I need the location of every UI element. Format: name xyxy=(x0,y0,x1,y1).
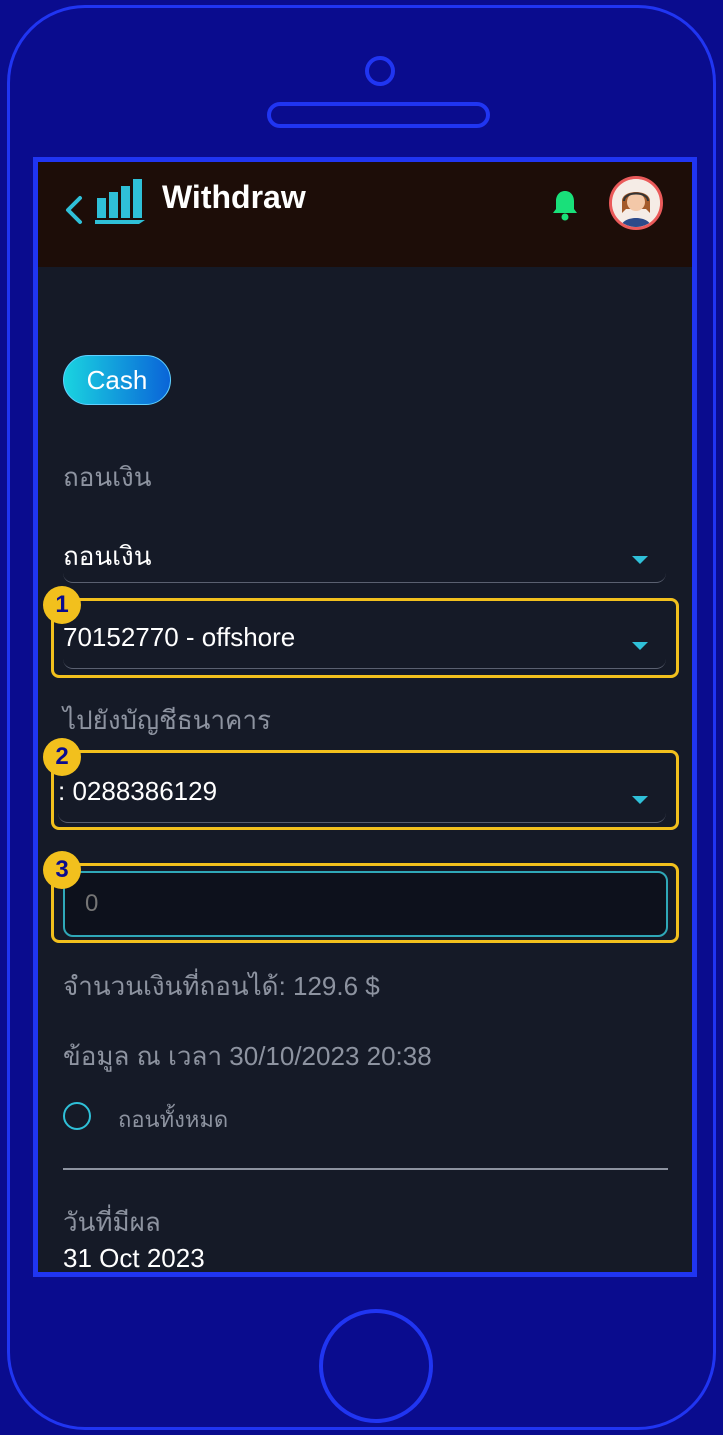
account-select[interactable]: 70152770 - offshore xyxy=(63,618,666,669)
caret-down-icon xyxy=(632,556,648,564)
withdraw-type-value: ถอนเงิน xyxy=(63,541,152,571)
data-timestamp-text: ข้อมูล ณ เวลา 30/10/2023 20:38 xyxy=(63,1041,432,1071)
app-screen: Withdraw Cash ถอนเงิน ถอนเงิน 70152770 -… xyxy=(33,157,697,1277)
withdraw-type-select[interactable]: ถอนเงิน xyxy=(63,532,666,583)
chevron-left-icon[interactable] xyxy=(60,192,90,228)
avatar[interactable] xyxy=(609,176,663,230)
callout-badge-2: 2 xyxy=(43,738,81,776)
effective-date-label: วันที่มีผล xyxy=(63,1207,161,1237)
withdraw-all-radio[interactable] xyxy=(63,1102,91,1130)
bar-chart-logo-icon xyxy=(95,179,145,224)
bell-icon[interactable] xyxy=(550,187,580,223)
callout-badge-1: 1 xyxy=(43,586,81,624)
withdraw-type-label: ถอนเงิน xyxy=(63,462,152,492)
support-agent-avatar-icon xyxy=(612,179,660,227)
page-title: Withdraw xyxy=(162,179,306,215)
withdraw-all-label[interactable]: ถอนทั้งหมด xyxy=(118,1102,228,1137)
divider xyxy=(63,1168,668,1170)
camera-icon xyxy=(365,56,395,86)
bank-account-select[interactable]: : 0288386129 xyxy=(58,772,666,823)
bank-account-value: : 0288386129 xyxy=(58,776,218,806)
callout-badge-3: 3 xyxy=(43,851,81,889)
effective-date-value: 31 Oct 2023 xyxy=(63,1243,205,1273)
account-value: 70152770 - offshore xyxy=(63,622,296,652)
bank-account-label: ไปยังบัญชีธนาคาร xyxy=(63,705,272,735)
caret-down-icon xyxy=(632,796,648,804)
home-button[interactable] xyxy=(319,1309,433,1423)
tab-cash[interactable]: Cash xyxy=(63,355,171,405)
speaker-grille xyxy=(267,102,490,128)
app-header: Withdraw xyxy=(38,162,692,267)
amount-input[interactable] xyxy=(63,871,668,937)
available-amount-text: จำนวนเงินที่ถอนได้: 129.6 $ xyxy=(63,971,380,1001)
caret-down-icon xyxy=(632,642,648,650)
